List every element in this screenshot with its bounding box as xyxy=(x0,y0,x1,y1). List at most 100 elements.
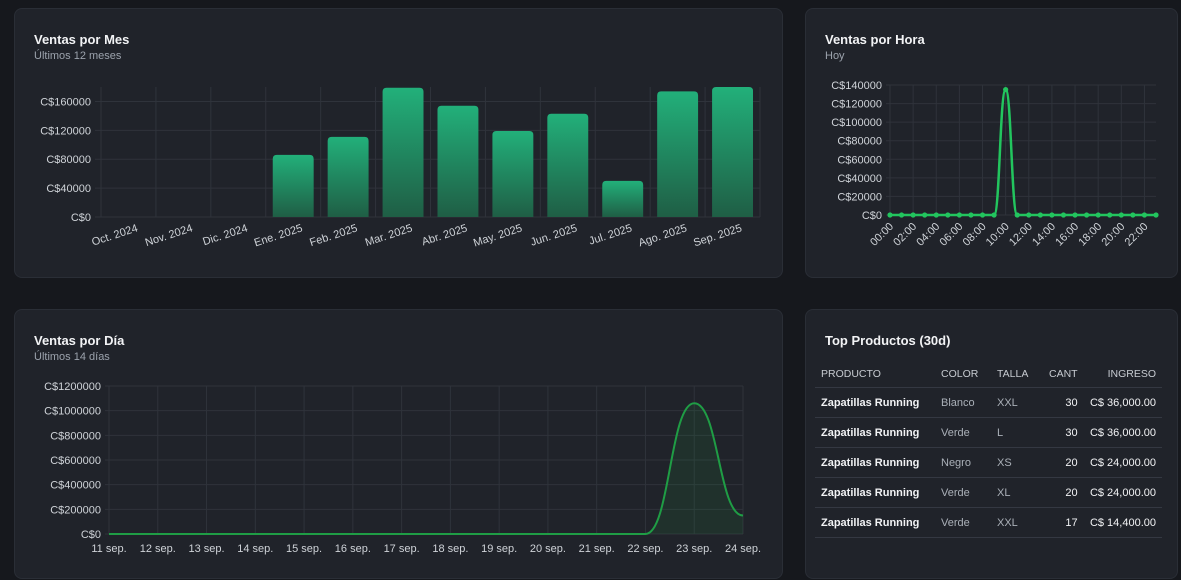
cell-talla: XXL xyxy=(991,387,1043,418)
cell-talla: XL xyxy=(991,477,1043,508)
hourly-sales-card: Ventas por Hora Hoy C$0 C$20000 C$40000 C$6… xyxy=(805,8,1178,278)
y-tick-label: C$600000 xyxy=(50,455,101,467)
y-tick-label: C$160000 xyxy=(40,96,91,108)
point-1900 xyxy=(1107,212,1113,218)
point-1000 xyxy=(1003,87,1009,93)
daily-sales-card: Ventas por Día Últimos 14 días C$0 C$2000… xyxy=(14,309,783,579)
x-tick-label: 19 sep. xyxy=(481,543,517,555)
y-tick-label: C$100000 xyxy=(831,117,882,129)
y-tick-label: C$40000 xyxy=(46,183,91,195)
point-0900 xyxy=(991,212,997,218)
cell-cant: 30 xyxy=(1043,417,1084,448)
point-1100 xyxy=(1014,212,1020,218)
bar-sep-2025 xyxy=(712,87,753,217)
x-tick-label: 16:00 xyxy=(1053,221,1081,249)
table-row: Zapatillas Running Negro XS 20 C$ 24,000.00 xyxy=(815,447,1162,478)
cell-talla: L xyxy=(991,417,1043,448)
point-1300 xyxy=(1037,212,1043,218)
x-tick-label: Dic. 2024 xyxy=(201,222,249,248)
x-tick-label: Ene. 2025 xyxy=(253,222,304,249)
table-row: Zapatillas Running Verde XL 20 C$ 24,000.00 xyxy=(815,477,1162,508)
x-tick-label: 21 sep. xyxy=(579,543,615,555)
cell-producto: Zapatillas Running xyxy=(815,447,935,478)
bar-feb-2025 xyxy=(327,136,369,217)
y-tick-label: C$0 xyxy=(71,212,91,224)
hourly-sales-chart: C$0 C$20000 C$40000 C$60000 C$80000 C$100000 C… xyxy=(831,80,1159,249)
point-0700 xyxy=(968,212,974,218)
x-tick-label: Mar. 2025 xyxy=(364,222,414,249)
table-header-row: PRODUCTO COLOR TALLA CANT INGRESO xyxy=(815,360,1162,388)
cell-producto: Zapatillas Running xyxy=(815,387,935,418)
x-tick-label: 23 sep. xyxy=(676,543,712,555)
x-tick-label: 18 sep. xyxy=(432,543,468,555)
cell-ingreso: C$ 36,000.00 xyxy=(1083,417,1162,448)
x-tick-label: 17 sep. xyxy=(384,543,420,555)
point-0300 xyxy=(922,212,928,218)
x-tick-label: May. 2025 xyxy=(472,222,524,249)
x-tick-label: 12 sep. xyxy=(140,543,176,555)
x-tick-label: Abr. 2025 xyxy=(420,222,468,248)
top-products-card: Top Productos (30d) PRODUCTO COLOR TALLA… xyxy=(805,309,1178,579)
bar-may-2025 xyxy=(492,131,534,217)
x-tick-label: 00:00 xyxy=(868,221,896,249)
x-tick-label: 12:00 xyxy=(1007,221,1035,249)
cell-cant: 20 xyxy=(1043,447,1084,478)
point-0500 xyxy=(945,212,951,218)
bar-mar-2025 xyxy=(382,87,424,217)
point-0100 xyxy=(898,212,905,218)
cell-cant: 30 xyxy=(1043,387,1084,418)
cell-producto: Zapatillas Running xyxy=(815,417,935,448)
y-tick-label: C$20000 xyxy=(837,191,882,203)
x-tick-label: 20 sep. xyxy=(530,543,566,555)
y-tick-label: C$800000 xyxy=(50,430,101,442)
x-tick-label: Jun. 2025 xyxy=(529,222,579,248)
cell-color: Blanco xyxy=(935,387,991,418)
x-tick-label: Ago. 2025 xyxy=(637,222,688,249)
x-tick-label: 18:00 xyxy=(1076,221,1104,249)
x-tick-label: 16 sep. xyxy=(335,543,371,555)
x-tick-label: Oct. 2024 xyxy=(90,222,139,248)
point-0600 xyxy=(956,212,962,218)
x-tick-label: 14:00 xyxy=(1030,221,1058,249)
y-tick-label: C$1200000 xyxy=(44,381,101,393)
table-row: Zapatillas Running Verde XXL 17 C$ 14,400.00 xyxy=(815,507,1162,538)
cell-talla: XXL xyxy=(991,507,1043,538)
bar-ago-2025 xyxy=(657,91,699,217)
x-tick-label: 10:00 xyxy=(984,221,1012,249)
x-tick-label: 13 sep. xyxy=(188,543,224,555)
point-1800 xyxy=(1095,212,1101,218)
point-1500 xyxy=(1060,212,1067,218)
x-tick-label: 06:00 xyxy=(938,221,966,249)
daily-sales-line xyxy=(109,402,744,535)
point-0000 xyxy=(887,212,893,218)
point-2000 xyxy=(1118,212,1124,218)
point-2300 xyxy=(1153,212,1159,218)
y-tick-label: C$80000 xyxy=(837,136,882,148)
x-tick-label: Nov. 2024 xyxy=(144,222,195,249)
point-2200 xyxy=(1141,212,1148,218)
cell-color: Verde xyxy=(935,417,991,448)
y-tick-label: C$40000 xyxy=(837,173,882,185)
col-header-color: COLOR xyxy=(935,360,991,388)
y-tick-label: C$60000 xyxy=(837,154,882,166)
x-tick-label: 22:00 xyxy=(1123,221,1151,249)
y-tick-label: C$140000 xyxy=(831,80,882,92)
point-1700 xyxy=(1084,212,1090,218)
col-header-producto: PRODUCTO xyxy=(815,360,935,388)
top-products-table: PRODUCTO COLOR TALLA CANT INGRESO Zapati… xyxy=(815,360,1162,538)
monthly-sales-chart: C$0 C$40000 C$80000 C$120000 C$160000 Oct. 20… xyxy=(40,87,761,249)
cell-color: Verde xyxy=(935,507,991,538)
cell-cant: 20 xyxy=(1043,477,1084,508)
x-tick-label: 20:00 xyxy=(1099,221,1127,249)
table-row: Zapatillas Running Blanco XXL 30 C$ 36,000.0… xyxy=(815,387,1162,418)
cell-ingreso: C$ 24,000.00 xyxy=(1083,447,1162,478)
bar-ene-2025 xyxy=(272,154,314,217)
x-tick-label: Sep. 2025 xyxy=(692,222,743,249)
cell-ingreso: C$ 24,000.00 xyxy=(1083,477,1162,508)
x-tick-label: 02:00 xyxy=(891,221,919,249)
monthly-sales-card: Ventas por Mes Últimos 12 meses C$0 C$400… xyxy=(14,8,783,278)
x-tick-label: 15 sep. xyxy=(286,543,322,555)
y-tick-label: C$400000 xyxy=(50,480,101,492)
y-tick-label: C$80000 xyxy=(46,154,91,166)
col-header-talla: TALLA xyxy=(991,360,1043,388)
